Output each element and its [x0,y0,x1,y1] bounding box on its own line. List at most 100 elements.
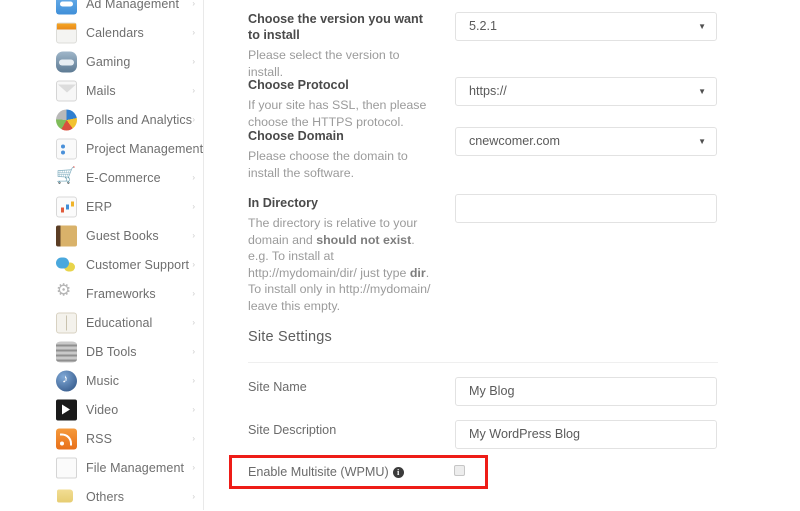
others-icon [56,486,77,507]
sidebar-item-label: Calendars [86,26,144,40]
ecommerce-icon [56,167,77,188]
sidebar-item-db-tools[interactable]: DB Tools › [0,337,204,366]
sidebar-item-e-commerce[interactable]: E-Commerce › [0,163,204,192]
chevron-right-icon: › [192,203,195,211]
directory-hint: The directory is relative to your domain… [248,215,433,314]
erp-icon [56,196,77,217]
site-name-label: Site Name [248,379,433,395]
sidebar-item-label: E-Commerce [86,171,161,185]
sidebar-item-project-management[interactable]: Project Management › [0,134,204,163]
sidebar-item-label: Guest Books [86,229,159,243]
customer-support-icon [56,254,77,275]
chevron-right-icon: › [192,493,195,501]
site-name-input-value: My Blog [469,384,515,398]
version-field-group: Choose the version you want to install P… [248,11,433,80]
gaming-icon [56,51,77,72]
multisite-label-text: Enable Multisite (WPMU) [248,465,389,479]
chevron-right-icon: › [192,29,195,37]
chevron-right-icon: › [192,348,195,356]
sidebar-item-frameworks[interactable]: Frameworks › [0,279,204,308]
site-settings-heading: Site Settings [248,329,332,345]
sidebar-item-customer-support[interactable]: Customer Support › [0,250,204,279]
chevron-right-icon: › [192,406,195,414]
sidebar-item-label: ERP [86,200,112,214]
protocol-select[interactable]: https:// ▼ [455,77,717,106]
sidebar-item-label: Project Management [86,142,203,156]
sidebar-item-label: DB Tools [86,345,137,359]
sidebar-item-calendars[interactable]: Calendars › [0,18,204,47]
educational-icon [56,312,77,333]
frameworks-icon [56,283,77,304]
chevron-right-icon: › [192,290,195,298]
rss-icon [56,428,77,449]
sidebar-item-label: Customer Support [86,258,189,272]
sidebar-item-guest-books[interactable]: Guest Books › [0,221,204,250]
version-select[interactable]: 5.2.1 ▼ [455,12,717,41]
sidebar-item-erp[interactable]: ERP › [0,192,204,221]
sidebar-item-others[interactable]: Others › [0,482,204,511]
protocol-select-value: https:// [469,84,507,98]
sidebar-item-ad-management[interactable]: Ad Management › [0,0,204,18]
sidebar-item-label: Polls and Analytics [86,113,192,127]
chevron-right-icon: › [192,0,195,8]
chevron-down-icon: ▼ [698,23,706,31]
calendars-icon [56,22,77,43]
sidebar-item-video[interactable]: Video › [0,395,204,424]
site-description-input[interactable]: My WordPress Blog [455,420,717,449]
domain-hint: Please choose the domain to install the … [248,148,433,181]
mails-icon [56,80,77,101]
ad-management-icon [56,0,77,14]
chevron-down-icon: ▼ [698,88,706,96]
db-tools-icon [56,341,77,362]
music-icon [56,370,77,391]
sidebar-item-rss[interactable]: RSS › [0,424,204,453]
sidebar-item-label: Video [86,403,118,417]
sidebar-item-polls-and-analytics[interactable]: Polls and Analytics › [0,105,204,134]
sidebar-item-label: Ad Management [86,0,179,11]
sidebar-item-educational[interactable]: Educational › [0,308,204,337]
version-select-value: 5.2.1 [469,19,497,33]
site-description-input-value: My WordPress Blog [469,427,580,441]
chevron-right-icon: › [192,174,195,182]
sidebar-item-label: RSS [86,432,112,446]
chevron-right-icon: › [192,87,195,95]
sidebar-item-mails[interactable]: Mails › [0,76,204,105]
directory-field-group: In Directory The directory is relative t… [248,195,433,314]
video-icon [56,399,77,420]
domain-select[interactable]: cnewcomer.com ▼ [455,127,717,156]
site-name-input[interactable]: My Blog [455,377,717,406]
sidebar-item-music[interactable]: Music › [0,366,204,395]
directory-hint-bold-1: should not exist [316,233,411,247]
domain-select-value: cnewcomer.com [469,134,560,148]
project-management-icon [56,138,77,159]
sidebar-item-file-management[interactable]: File Management › [0,453,204,482]
directory-hint-bold-2: dir [410,266,426,280]
version-hint: Please select the version to install. [248,47,433,80]
domain-field-group: Choose Domain Please choose the domain t… [248,128,433,181]
sidebar-item-label: Frameworks [86,287,156,301]
chevron-right-icon: › [192,464,195,472]
chevron-right-icon: › [192,145,195,153]
sidebar-item-label: Educational [86,316,152,330]
chevron-right-icon: › [192,58,195,66]
chevron-right-icon: › [192,261,195,269]
directory-label: In Directory [248,195,433,211]
sidebar-item-label: Gaming [86,55,130,69]
sidebar-item-label: Mails [86,84,116,98]
protocol-field-group: Choose Protocol If your site has SSL, th… [248,77,433,130]
sidebar-item-gaming[interactable]: Gaming › [0,47,204,76]
chevron-right-icon: › [192,116,195,124]
sidebar-item-label: Others [86,490,124,504]
guest-books-icon [56,225,77,246]
multisite-checkbox[interactable] [454,465,465,476]
chevron-down-icon: ▼ [698,138,706,146]
sidebar-item-label: File Management [86,461,184,475]
installer-form-panel: Choose the version you want to install P… [204,0,800,510]
polls-analytics-icon [56,109,77,130]
site-description-label: Site Description [248,422,433,438]
chevron-right-icon: › [192,377,195,385]
protocol-label: Choose Protocol [248,77,433,93]
info-icon[interactable]: i [393,467,404,478]
directory-input[interactable] [455,194,717,223]
version-label: Choose the version you want to install [248,11,433,43]
